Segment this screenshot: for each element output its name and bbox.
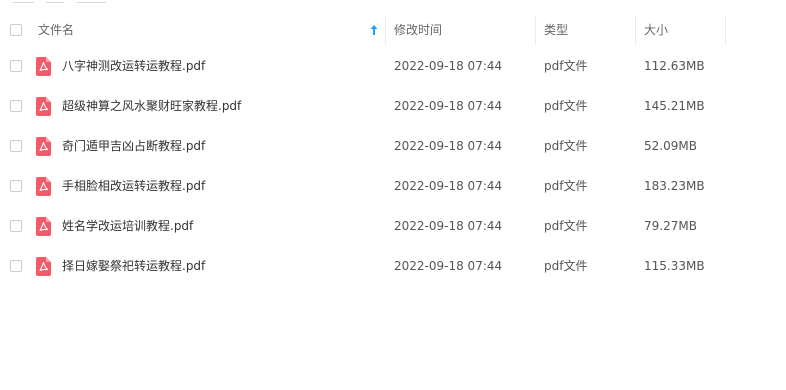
file-size: 112.63MB: [644, 59, 705, 73]
file-modified-time: 2022-09-18 07:44: [394, 139, 503, 153]
file-row[interactable]: 姓名学改运培训教程.pdf 2022-09-18 07:44 pdf文件 79.…: [0, 206, 786, 246]
pdf-file-icon: [36, 257, 51, 276]
file-size: 183.23MB: [644, 179, 705, 193]
file-modified-time: 2022-09-18 07:44: [394, 59, 503, 73]
file-type: pdf文件: [544, 59, 588, 73]
pdf-file-icon: [36, 57, 51, 76]
column-divider[interactable]: [385, 16, 386, 45]
file-row[interactable]: 奇门遁甲吉凶占断教程.pdf 2022-09-18 07:44 pdf文件 52…: [0, 126, 786, 166]
file-name[interactable]: 姓名学改运培训教程.pdf: [62, 206, 193, 246]
file-list-view: 文件名 修改时间 类型 大小 八字神测改运转运教程.pdf 2022-09-18…: [0, 0, 786, 390]
sort-ascending-arrow-icon[interactable]: [370, 24, 378, 36]
row-checkbox[interactable]: [10, 180, 22, 192]
file-row[interactable]: 手相脸相改运转运教程.pdf 2022-09-18 07:44 pdf文件 18…: [0, 166, 786, 206]
file-row[interactable]: 择日嫁娶祭祀转运教程.pdf 2022-09-18 07:44 pdf文件 11…: [0, 246, 786, 286]
file-list-header: 文件名 修改时间 类型 大小: [0, 16, 786, 45]
column-header-type-label: 类型: [544, 23, 569, 37]
file-modified-time: 2022-09-18 07:44: [394, 259, 503, 273]
column-header-name-label: 文件名: [38, 23, 75, 37]
file-name[interactable]: 奇门遁甲吉凶占断教程.pdf: [62, 126, 205, 166]
row-checkbox[interactable]: [10, 100, 22, 112]
file-size: 145.21MB: [644, 99, 705, 113]
file-size: 79.27MB: [644, 219, 697, 233]
file-row[interactable]: 超级神算之风水聚财旺家教程.pdf 2022-09-18 07:44 pdf文件…: [0, 86, 786, 126]
column-header-name[interactable]: 文件名: [38, 16, 378, 45]
file-type: pdf文件: [544, 259, 588, 273]
column-header-type[interactable]: 类型: [544, 16, 634, 45]
row-checkbox[interactable]: [10, 260, 22, 272]
file-modified-time: 2022-09-18 07:44: [394, 219, 503, 233]
column-header-modified[interactable]: 修改时间: [394, 16, 534, 45]
pdf-file-icon: [36, 137, 51, 156]
column-divider[interactable]: [535, 16, 536, 45]
column-divider[interactable]: [725, 16, 726, 45]
column-divider[interactable]: [635, 16, 636, 45]
file-name[interactable]: 手相脸相改运转运教程.pdf: [62, 166, 205, 206]
file-name[interactable]: 超级神算之风水聚财旺家教程.pdf: [62, 86, 241, 126]
row-checkbox[interactable]: [10, 60, 22, 72]
column-header-size-label: 大小: [644, 23, 669, 37]
pdf-file-icon: [36, 177, 51, 196]
select-all-checkbox[interactable]: [10, 24, 22, 36]
file-row[interactable]: 八字神测改运转运教程.pdf 2022-09-18 07:44 pdf文件 11…: [0, 46, 786, 86]
file-size: 52.09MB: [644, 139, 697, 153]
row-checkbox[interactable]: [10, 220, 22, 232]
file-size: 115.33MB: [644, 259, 705, 273]
file-name[interactable]: 八字神测改运转运教程.pdf: [62, 46, 205, 86]
file-modified-time: 2022-09-18 07:44: [394, 179, 503, 193]
column-header-size[interactable]: 大小: [644, 16, 724, 45]
toolbar-fragment: [0, 0, 130, 6]
file-type: pdf文件: [544, 139, 588, 153]
pdf-file-icon: [36, 217, 51, 236]
column-header-modified-label: 修改时间: [394, 23, 443, 37]
file-type: pdf文件: [544, 99, 588, 113]
file-type: pdf文件: [544, 179, 588, 193]
file-name[interactable]: 择日嫁娶祭祀转运教程.pdf: [62, 246, 205, 286]
row-checkbox[interactable]: [10, 140, 22, 152]
pdf-file-icon: [36, 97, 51, 116]
file-type: pdf文件: [544, 219, 588, 233]
file-modified-time: 2022-09-18 07:44: [394, 99, 503, 113]
